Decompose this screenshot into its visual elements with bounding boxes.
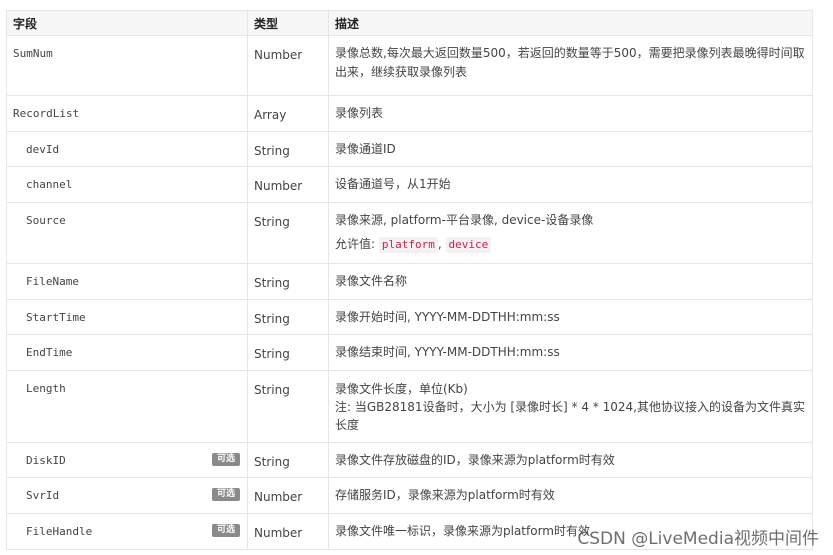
field-name: DiskID xyxy=(26,454,66,467)
field-type: Number xyxy=(247,166,329,203)
table-row: EndTime String 录像结束时间, YYYY-MM-DDTHH:mm:… xyxy=(6,334,813,371)
field-name: Source xyxy=(6,202,248,264)
field-desc: 录像结束时间, YYYY-MM-DDTHH:mm:ss xyxy=(328,334,813,371)
table-row: DiskID 可选 String 录像文件存放磁盘的ID，录像来源为platfo… xyxy=(6,442,813,478)
table-row: devId String 录像通道ID xyxy=(6,131,813,167)
field-name-cell: SvrId 可选 xyxy=(6,477,248,514)
table-row: Source String 录像来源, platform-平台录像, devic… xyxy=(6,202,813,264)
field-name: RecordList xyxy=(6,95,248,132)
table-row: channel Number 设备通道号，从1开始 xyxy=(6,166,813,203)
field-desc: 录像文件长度，单位(Kb) xyxy=(335,382,468,396)
allowed-value-chip: device xyxy=(445,237,492,253)
optional-badge: 可选 xyxy=(211,524,240,537)
field-name: EndTime xyxy=(6,334,248,371)
field-name: SvrId xyxy=(26,489,60,502)
field-desc: 录像文件存放磁盘的ID，录像来源为platform时有效 xyxy=(328,442,813,478)
field-desc: 录像文件名称 xyxy=(328,263,813,300)
field-name: StartTime xyxy=(6,299,248,335)
field-desc: 录像开始时间, YYYY-MM-DDTHH:mm:ss xyxy=(328,299,813,335)
table-header-row: 字段 类型 描述 xyxy=(6,10,813,36)
field-name: SumNum xyxy=(6,35,248,96)
field-table-container: 字段 类型 描述 SumNum Number 录像总数,每次最大返回数量500，… xyxy=(6,10,813,550)
field-type: Number xyxy=(247,477,329,514)
field-desc-note: 注: 当GB28181设备时，大小为 [录像时长] * 4 * 1024,其他协… xyxy=(335,400,805,432)
field-desc-cell: 录像来源, platform-平台录像, device-设备录像 允许值: pl… xyxy=(328,202,813,264)
header-type: 类型 xyxy=(247,10,329,36)
field-type: Number xyxy=(247,35,329,96)
field-table: 字段 类型 描述 SumNum Number 录像总数,每次最大返回数量500，… xyxy=(6,10,813,550)
header-field: 字段 xyxy=(6,10,248,36)
field-type: String xyxy=(247,442,329,478)
field-type: String xyxy=(247,370,329,443)
allowed-separator: , xyxy=(437,237,442,251)
table-row: FileName String 录像文件名称 xyxy=(6,263,813,300)
field-desc-cell: 录像文件长度，单位(Kb) 注: 当GB28181设备时，大小为 [录像时长] … xyxy=(328,370,813,443)
field-name: devId xyxy=(6,131,248,167)
table-row: SumNum Number 录像总数,每次最大返回数量500，若返回的数量等于5… xyxy=(6,35,813,96)
table-row: SvrId 可选 Number 存储服务ID，录像来源为platform时有效 xyxy=(6,477,813,514)
field-desc: 录像来源, platform-平台录像, device-设备录像 xyxy=(335,213,594,227)
field-name-cell: FileHandle 可选 xyxy=(6,513,248,550)
field-desc: 录像总数,每次最大返回数量500，若返回的数量等于500，需要把录像列表最晚得时… xyxy=(328,35,813,96)
table-row: Length String 录像文件长度，单位(Kb) 注: 当GB28181设… xyxy=(6,370,813,443)
field-type: String xyxy=(247,131,329,167)
field-type: String xyxy=(247,334,329,371)
field-desc: 设备通道号，从1开始 xyxy=(328,166,813,203)
field-name: Length xyxy=(6,370,248,443)
field-desc: 录像通道ID xyxy=(328,131,813,167)
field-type: Number xyxy=(247,513,329,550)
header-desc: 描述 xyxy=(328,10,813,36)
field-type: String xyxy=(247,263,329,300)
field-name: channel xyxy=(6,166,248,203)
optional-badge: 可选 xyxy=(211,453,240,466)
field-type: String xyxy=(247,202,329,264)
allowed-values: 允许值: platform, device xyxy=(335,235,806,254)
field-name: FileName xyxy=(6,263,248,300)
optional-badge: 可选 xyxy=(211,488,240,501)
csdn-watermark: CSDN @LiveMedia视频中间件 xyxy=(577,529,819,549)
field-desc: 录像列表 xyxy=(328,95,813,132)
field-type: Array xyxy=(247,95,329,132)
field-type: String xyxy=(247,299,329,335)
field-name-cell: DiskID 可选 xyxy=(6,442,248,478)
allowed-value-chip: platform xyxy=(378,237,438,253)
table-row: RecordList Array 录像列表 xyxy=(6,95,813,132)
table-row: StartTime String 录像开始时间, YYYY-MM-DDTHH:m… xyxy=(6,299,813,335)
field-name: FileHandle xyxy=(26,525,93,538)
field-desc: 存储服务ID，录像来源为platform时有效 xyxy=(328,477,813,514)
allowed-label: 允许值: xyxy=(335,237,376,251)
